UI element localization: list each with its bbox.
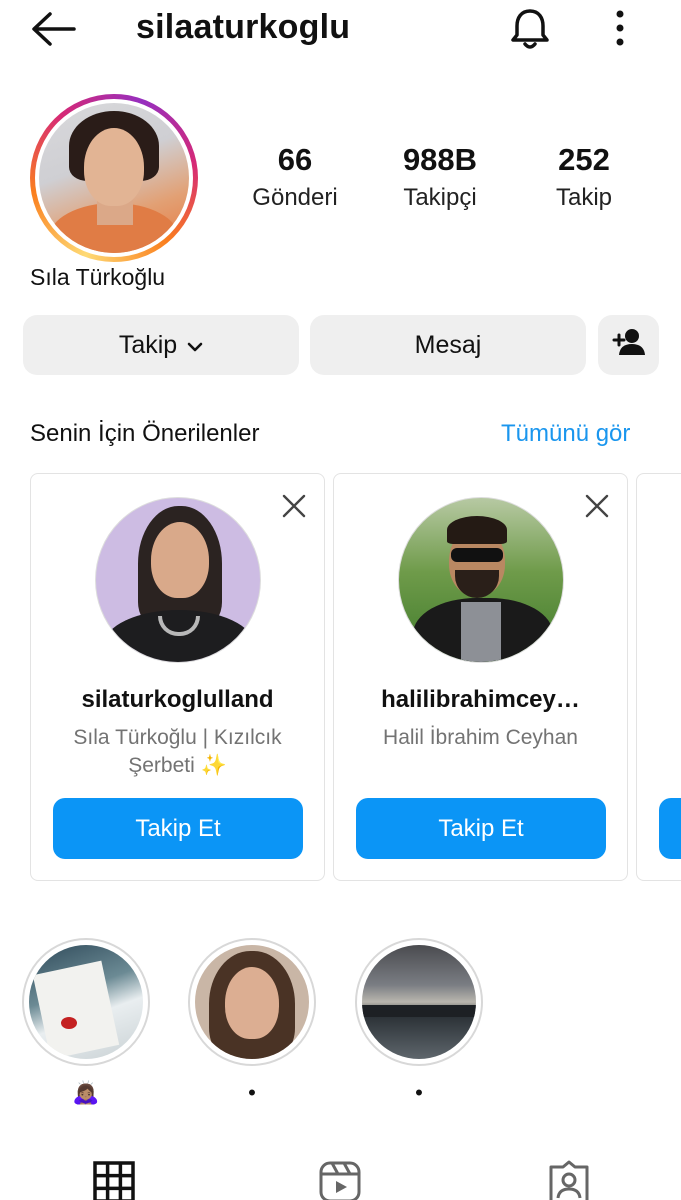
- bell-icon[interactable]: [506, 6, 554, 52]
- chevron-down-icon: [187, 331, 203, 360]
- follow-button[interactable]: [659, 798, 681, 859]
- posts-label: Gönderi: [252, 184, 338, 211]
- profile-avatar[interactable]: [30, 94, 198, 262]
- add-user-button[interactable]: [598, 315, 659, 375]
- follow-button[interactable]: Takip Et: [53, 798, 303, 859]
- suggestion-username[interactable]: silaturkoglulland: [31, 686, 324, 714]
- message-button-label: Mesaj: [414, 330, 482, 359]
- close-icon[interactable]: [280, 492, 308, 520]
- stat-followers[interactable]: 988B Takipçi: [388, 142, 492, 212]
- suggestion-subtitle: Halil İbrahim Ceyhan: [383, 726, 578, 749]
- suggestion-card[interactable]: silaturkoglulland Sıla Türkoğlu | Kızılc…: [30, 473, 325, 881]
- grid-icon[interactable]: [92, 1160, 136, 1200]
- follow-dropdown-button[interactable]: Takip: [23, 315, 299, 375]
- arrow-left-icon[interactable]: [30, 10, 78, 48]
- follow-button-label: Takip: [118, 330, 178, 359]
- highlight-label: •: [415, 1080, 423, 1105]
- suggestion-username[interactable]: halilibrahimcey…: [334, 686, 627, 714]
- suggestion-avatar[interactable]: [398, 497, 564, 663]
- suggestion-subtitle: Sıla Türkoğlu | Kızılcık Şerbeti ✨: [73, 726, 282, 777]
- followers-count: 988B: [402, 142, 478, 177]
- story-highlight[interactable]: [188, 938, 316, 1066]
- add-user-icon: [612, 328, 646, 363]
- highlight-label: 🙇🏽‍♀️: [72, 1080, 100, 1105]
- followers-label: Takipçi: [403, 184, 477, 211]
- highlight-cover: [29, 945, 143, 1059]
- highlight-label: •: [248, 1080, 256, 1105]
- avatar-photo: [39, 103, 189, 253]
- profile-username: silaaturkoglu: [136, 8, 351, 46]
- suggestions-title: Senin İçin Önerilenler: [30, 420, 260, 447]
- suggestion-card[interactable]: halilibrahimcey… Halil İbrahim Ceyhan Ta…: [333, 473, 628, 881]
- more-vertical-icon[interactable]: [604, 8, 636, 48]
- follow-button[interactable]: Takip Et: [356, 798, 606, 859]
- profile-full-name: Sıla Türkoğlu: [30, 264, 166, 290]
- stat-following[interactable]: 252 Takip: [540, 142, 628, 212]
- message-button[interactable]: Mesaj: [310, 315, 586, 375]
- tagged-icon[interactable]: [547, 1160, 591, 1200]
- story-highlight[interactable]: [355, 938, 483, 1066]
- close-icon[interactable]: [583, 492, 611, 520]
- suggestion-avatar[interactable]: [95, 497, 261, 663]
- highlight-cover: [362, 945, 476, 1059]
- highlight-cover: [195, 945, 309, 1059]
- suggestion-card[interactable]: [636, 473, 681, 881]
- story-highlight[interactable]: [22, 938, 150, 1066]
- posts-count: 66: [277, 142, 313, 177]
- following-count: 252: [558, 142, 610, 177]
- see-all-link[interactable]: Tümünü gör: [501, 420, 630, 448]
- stat-posts[interactable]: 66 Gönderi: [238, 142, 352, 212]
- top-bar: silaaturkoglu: [0, 0, 681, 58]
- following-label: Takip: [555, 184, 613, 211]
- reels-icon[interactable]: [318, 1160, 362, 1200]
